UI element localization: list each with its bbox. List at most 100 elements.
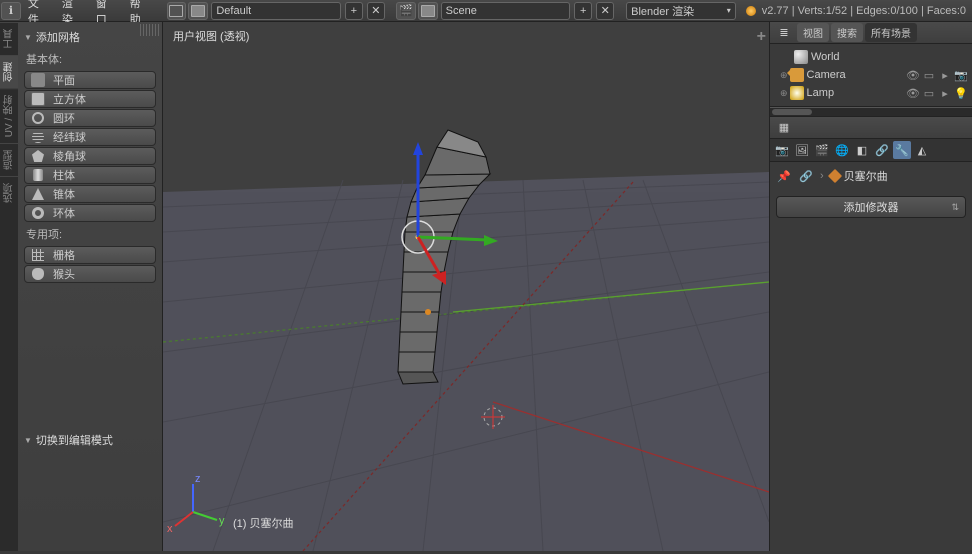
scene-remove-button[interactable]: ✕ — [596, 2, 614, 20]
layout-remove-button[interactable]: ✕ — [367, 2, 385, 20]
tab-scene[interactable]: 🎬 — [813, 141, 831, 159]
tab-object[interactable]: ◧ — [853, 141, 871, 159]
properties-editor-icon[interactable]: ▦ — [773, 119, 795, 137]
add-uvsphere-button[interactable]: 经纬球 — [24, 128, 156, 146]
add-cylinder-label: 柱体 — [53, 167, 75, 183]
tab-data[interactable]: ◭ — [913, 141, 931, 159]
tab-render-layers[interactable]: 🖼 — [793, 141, 811, 159]
tab-render[interactable]: 📷 — [773, 141, 791, 159]
restrict-view-icon[interactable]: 👁 — [906, 86, 920, 100]
right-panel: ≣ 视图 搜索 所有场景 World ⊕ Camera 👁▭▸📷 ⊕ Lamp … — [769, 22, 972, 551]
circle-icon — [31, 111, 45, 125]
outliner-row-camera[interactable]: ⊕ Camera 👁▭▸📷 — [774, 66, 968, 84]
axis-y-label: y — [219, 515, 225, 527]
outliner-tab-all[interactable]: 所有场景 — [865, 23, 917, 42]
add-mesh-header[interactable]: 添加网格 — [24, 26, 156, 48]
scene-type-icon[interactable]: 🎬 — [396, 2, 416, 20]
restrict-render-icon[interactable]: ▸ — [938, 68, 952, 82]
add-cone-label: 锥体 — [53, 186, 75, 202]
add-cone-button[interactable]: 锥体 — [24, 185, 156, 203]
restrict-select-icon[interactable]: ▭ — [922, 68, 936, 82]
info-icon[interactable]: ℹ — [1, 2, 21, 20]
add-cube-button[interactable]: 立方体 — [24, 90, 156, 108]
layout-name-text: Default — [216, 5, 251, 17]
main-header: ℹ 文件 渲染 窗口 帮助 Default + ✕ 🎬 Scene + ✕ Bl… — [0, 0, 972, 22]
vtab-shading[interactable]: 造型 — [0, 143, 18, 176]
add-cube-label: 立方体 — [53, 91, 86, 107]
lamp-data-icon[interactable]: 💡 — [954, 86, 968, 100]
vtab-tools[interactable]: 工具 — [0, 22, 18, 55]
scene-name-field[interactable]: Scene — [441, 2, 571, 20]
edit-mode-header[interactable]: 切换到编辑模式 — [24, 429, 156, 451]
add-monkey-button[interactable]: 猴头 — [24, 265, 156, 283]
pin-icon[interactable]: 📌 — [776, 168, 792, 184]
blender-logo-icon — [746, 6, 756, 16]
scene-name-text: Scene — [446, 5, 477, 17]
lamp-icon — [790, 86, 804, 100]
layout-name-field[interactable]: Default — [211, 2, 341, 20]
breadcrumb-object[interactable]: 贝塞尔曲 — [844, 168, 888, 184]
monkey-icon — [31, 267, 45, 281]
cone-icon — [31, 187, 45, 201]
cylinder-icon — [31, 168, 45, 182]
add-icosphere-button[interactable]: 棱角球 — [24, 147, 156, 165]
outliner-tab-search[interactable]: 搜索 — [831, 23, 863, 42]
context-path-icon: 🔗 — [798, 168, 814, 184]
expand-icon[interactable]: ⊕ — [780, 88, 788, 99]
properties-header: ▦ — [770, 117, 972, 139]
outliner-tree[interactable]: World ⊕ Camera 👁▭▸📷 ⊕ Lamp 👁▭▸💡 — [770, 44, 972, 107]
icosphere-icon — [31, 149, 45, 163]
plane-icon — [31, 73, 45, 87]
cube-icon — [31, 92, 45, 106]
tool-shelf-panel: 添加网格 基本体: 平面 立方体 圆环 经纬球 棱角球 柱体 锥体 环体 专用项… — [18, 22, 163, 551]
world-icon — [794, 50, 808, 64]
outliner-editor-icon[interactable]: ≣ — [773, 24, 795, 42]
outliner-header: ≣ 视图 搜索 所有场景 — [770, 22, 972, 44]
tab-world[interactable]: 🌐 — [833, 141, 851, 159]
properties-body: 📌 🔗 › 贝塞尔曲 添加修改器 — [770, 162, 972, 224]
panel-grip-icon[interactable] — [140, 24, 160, 36]
add-circle-button[interactable]: 圆环 — [24, 109, 156, 127]
object-icon — [828, 169, 842, 183]
scene-browse-icon[interactable] — [418, 2, 438, 20]
vtab-uv[interactable]: UV / 映射 — [0, 88, 18, 143]
tab-modifiers[interactable]: 🔧 — [893, 141, 911, 159]
restrict-view-icon[interactable]: 👁 — [906, 68, 920, 82]
restrict-render-icon[interactable]: ▸ — [938, 86, 952, 100]
grid-icon — [31, 248, 45, 262]
render-engine-dropdown[interactable]: Blender 渲染▾ — [626, 2, 736, 20]
outliner-scrollbar[interactable] — [770, 107, 972, 117]
outliner-world-label: World — [811, 51, 840, 63]
add-cylinder-button[interactable]: 柱体 — [24, 166, 156, 184]
vtab-create[interactable]: 创建 — [0, 55, 18, 88]
tool-shelf-tabs: 工具 创建 UV / 映射 造型 选项 — [0, 22, 18, 551]
screen-browse-icon[interactable] — [188, 2, 208, 20]
outliner-camera-label: Camera — [807, 69, 846, 81]
add-modifier-dropdown[interactable]: 添加修改器 — [776, 196, 966, 218]
add-icosphere-label: 棱角球 — [53, 148, 86, 164]
viewport-canvas: z y x — [163, 22, 769, 551]
restrict-select-icon[interactable]: ▭ — [922, 86, 936, 100]
tab-constraints[interactable]: 🔗 — [873, 141, 891, 159]
viewport-properties-toggle[interactable]: + — [757, 28, 766, 46]
vtab-options[interactable]: 选项 — [0, 176, 18, 209]
active-object-label: (1) 贝塞尔曲 — [233, 515, 294, 531]
outliner-row-lamp[interactable]: ⊕ Lamp 👁▭▸💡 — [774, 84, 968, 102]
layout-add-button[interactable]: + — [345, 2, 363, 20]
add-uvsphere-label: 经纬球 — [53, 129, 86, 145]
add-circle-label: 圆环 — [53, 110, 75, 126]
3d-viewport[interactable]: 用户视图 (透视) + — [163, 22, 769, 551]
add-torus-button[interactable]: 环体 — [24, 204, 156, 222]
add-plane-button[interactable]: 平面 — [24, 71, 156, 89]
outliner-tab-view[interactable]: 视图 — [797, 23, 829, 42]
add-plane-label: 平面 — [53, 72, 75, 88]
outliner-row-world[interactable]: World — [774, 48, 968, 66]
camera-data-icon[interactable]: 📷 — [954, 68, 968, 82]
axis-x-label: x — [167, 523, 173, 535]
add-grid-button[interactable]: 栅格 — [24, 246, 156, 264]
camera-icon — [790, 68, 804, 82]
scene-stats: v2.77 | Verts:1/52 | Edges:0/100 | Faces… — [756, 5, 972, 17]
scene-add-button[interactable]: + — [574, 2, 592, 20]
screen-layout-icon[interactable] — [167, 2, 187, 20]
add-torus-label: 环体 — [53, 205, 75, 221]
